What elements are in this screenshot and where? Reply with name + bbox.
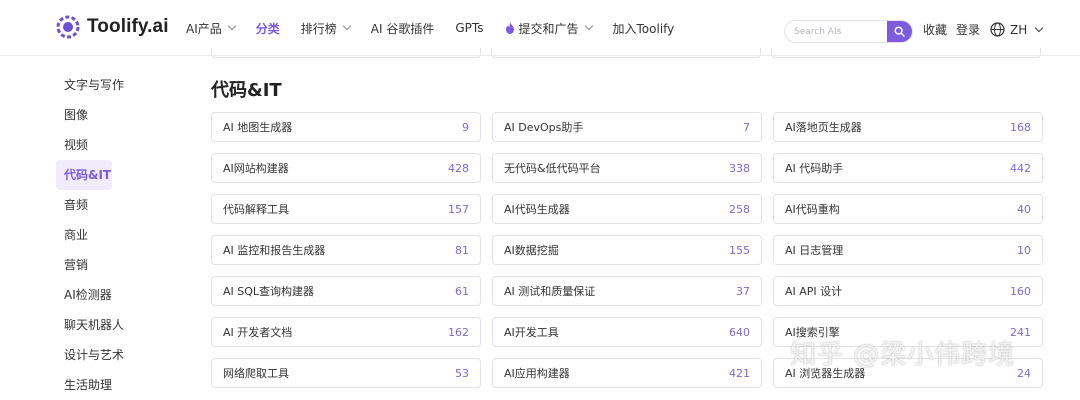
globe-icon [990, 22, 1005, 37]
category-card-count: 258 [729, 202, 750, 216]
fire-icon [505, 22, 514, 34]
sidebar-item-audio[interactable]: 音频 [56, 190, 176, 220]
category-card-name: AI数据挖掘 [504, 244, 559, 257]
sidebar-item-code-it[interactable]: 代码&IT [56, 160, 112, 190]
search-icon [894, 26, 905, 37]
sidebar-item-business[interactable]: 商业 [56, 220, 176, 250]
category-card-count: 40 [1017, 202, 1031, 216]
category-card[interactable]: AI DevOps助手 7 [492, 112, 762, 142]
nav-item-label: 排行榜 [300, 21, 337, 36]
language-selector[interactable]: ZH [990, 22, 1044, 37]
previous-card-edge [491, 48, 761, 58]
category-card-count: 61 [455, 284, 469, 298]
search-box [784, 20, 913, 43]
category-card-name: AI应用构建器 [504, 367, 570, 380]
sidebar-item-image[interactable]: 图像 [56, 100, 176, 130]
nav-item-label: AI产品 [186, 21, 222, 36]
category-card[interactable]: AI数据挖掘 155 [492, 235, 762, 265]
category-card-name: AI SQL查询构建器 [223, 285, 315, 298]
category-card-name: 网络爬取工具 [223, 367, 289, 380]
category-card[interactable]: AI网站构建器 428 [211, 153, 481, 183]
category-card-name: AI 日志管理 [785, 244, 844, 257]
category-card[interactable]: AI API 设计 160 [773, 276, 1043, 306]
category-card-count: 428 [448, 161, 469, 175]
category-card[interactable]: AI SQL查询构建器 61 [211, 276, 481, 306]
search-button[interactable] [887, 21, 912, 42]
category-card-name: AI代码生成器 [504, 203, 570, 216]
sidebar-item-marketing[interactable]: 营销 [56, 250, 176, 280]
category-card[interactable]: AI 测试和质量保证 37 [492, 276, 762, 306]
category-card-name: AI DevOps助手 [504, 121, 584, 134]
category-card[interactable]: AI 代码助手 442 [773, 153, 1043, 183]
category-card[interactable]: AI应用构建器 421 [492, 358, 762, 388]
sidebar-item-life-assistant[interactable]: 生活助理 [56, 370, 176, 400]
category-card-count: 162 [448, 325, 469, 339]
nav-item-label: GPTs [455, 21, 484, 35]
category-sidebar: 文字与写作 图像 视频 代码&IT 音频 商业 营销 AI检测器 聊天机器人 设… [56, 70, 176, 400]
category-card-name: AI网站构建器 [223, 162, 289, 175]
category-card-name: AI API 设计 [785, 285, 843, 298]
sidebar-item-ai-detector[interactable]: AI检测器 [56, 280, 176, 310]
category-card-count: 7 [743, 120, 750, 134]
section-title: 代码&IT [211, 80, 282, 101]
nav-item-label: 分类 [255, 21, 280, 36]
previous-card-edge [771, 48, 1041, 58]
category-card[interactable]: AI代码生成器 258 [492, 194, 762, 224]
category-card[interactable]: AI 开发者文档 162 [211, 317, 481, 347]
category-card-count: 157 [448, 202, 469, 216]
category-card[interactable]: AI 监控和报告生成器 81 [211, 235, 481, 265]
chevron-down-icon [227, 21, 236, 31]
category-card-name: AI代码重构 [785, 203, 840, 216]
category-card-name: AI落地页生成器 [785, 121, 862, 134]
category-card-name: AI 监控和报告生成器 [223, 244, 326, 257]
logo-text: Toolify.ai [87, 16, 169, 37]
category-card-name: AI开发工具 [504, 326, 559, 339]
nav-item-label: 提交和广告 [518, 21, 579, 36]
category-card-count: 9 [462, 120, 469, 134]
category-card-count: 37 [736, 284, 750, 298]
chevron-down-icon [342, 21, 352, 31]
category-card-count: 155 [729, 243, 750, 257]
category-card-name: 代码解释工具 [223, 203, 289, 216]
nav-item-label: 加入Toolify [612, 21, 675, 36]
category-card-count: 338 [729, 161, 750, 175]
category-card-name: AI 测试和质量保证 [504, 285, 596, 298]
logo[interactable]: Toolify.ai [56, 15, 169, 39]
category-card-count: 442 [1010, 161, 1031, 175]
watermark: 知乎 @梁小伟跨境 [790, 340, 1016, 370]
category-card-name: AI 代码助手 [785, 162, 844, 175]
sidebar-item-design-art[interactable]: 设计与艺术 [56, 340, 176, 370]
category-card-name: AI 地图生成器 [223, 121, 293, 134]
previous-card-edge [211, 48, 481, 58]
category-card-name: AI 开发者文档 [223, 326, 293, 339]
nav-item-label: AI 谷歌插件 [370, 21, 435, 36]
category-card[interactable]: AI 地图生成器 9 [211, 112, 481, 142]
logo-icon [56, 15, 80, 39]
sidebar-item-chatbot[interactable]: 聊天机器人 [56, 310, 176, 340]
category-card[interactable]: AI落地页生成器 168 [773, 112, 1043, 142]
category-card[interactable]: 网络爬取工具 53 [211, 358, 481, 388]
chevron-down-icon [584, 21, 593, 31]
sidebar-item-writing[interactable]: 文字与写作 [56, 70, 176, 100]
category-card-count: 81 [455, 243, 469, 257]
category-card[interactable]: 无代码&低代码平台 338 [492, 153, 762, 183]
chevron-down-icon [1035, 23, 1044, 32]
category-card-name: 无代码&低代码平台 [504, 162, 601, 175]
category-card-count: 24 [1017, 366, 1031, 380]
category-card[interactable]: AI代码重构 40 [773, 194, 1043, 224]
language-label: ZH [1010, 22, 1028, 37]
search-input[interactable] [785, 21, 889, 42]
category-card-count: 53 [455, 366, 469, 380]
category-card-count: 168 [1010, 120, 1031, 134]
category-card-count: 640 [729, 325, 750, 339]
category-card[interactable]: AI开发工具 640 [492, 317, 762, 347]
category-card-count: 10 [1017, 243, 1031, 257]
category-card-count: 421 [729, 366, 750, 380]
category-card[interactable]: 代码解释工具 157 [211, 194, 481, 224]
sidebar-item-video[interactable]: 视频 [56, 130, 176, 160]
category-card[interactable]: AI 日志管理 10 [773, 235, 1043, 265]
category-card-count: 160 [1010, 284, 1031, 298]
